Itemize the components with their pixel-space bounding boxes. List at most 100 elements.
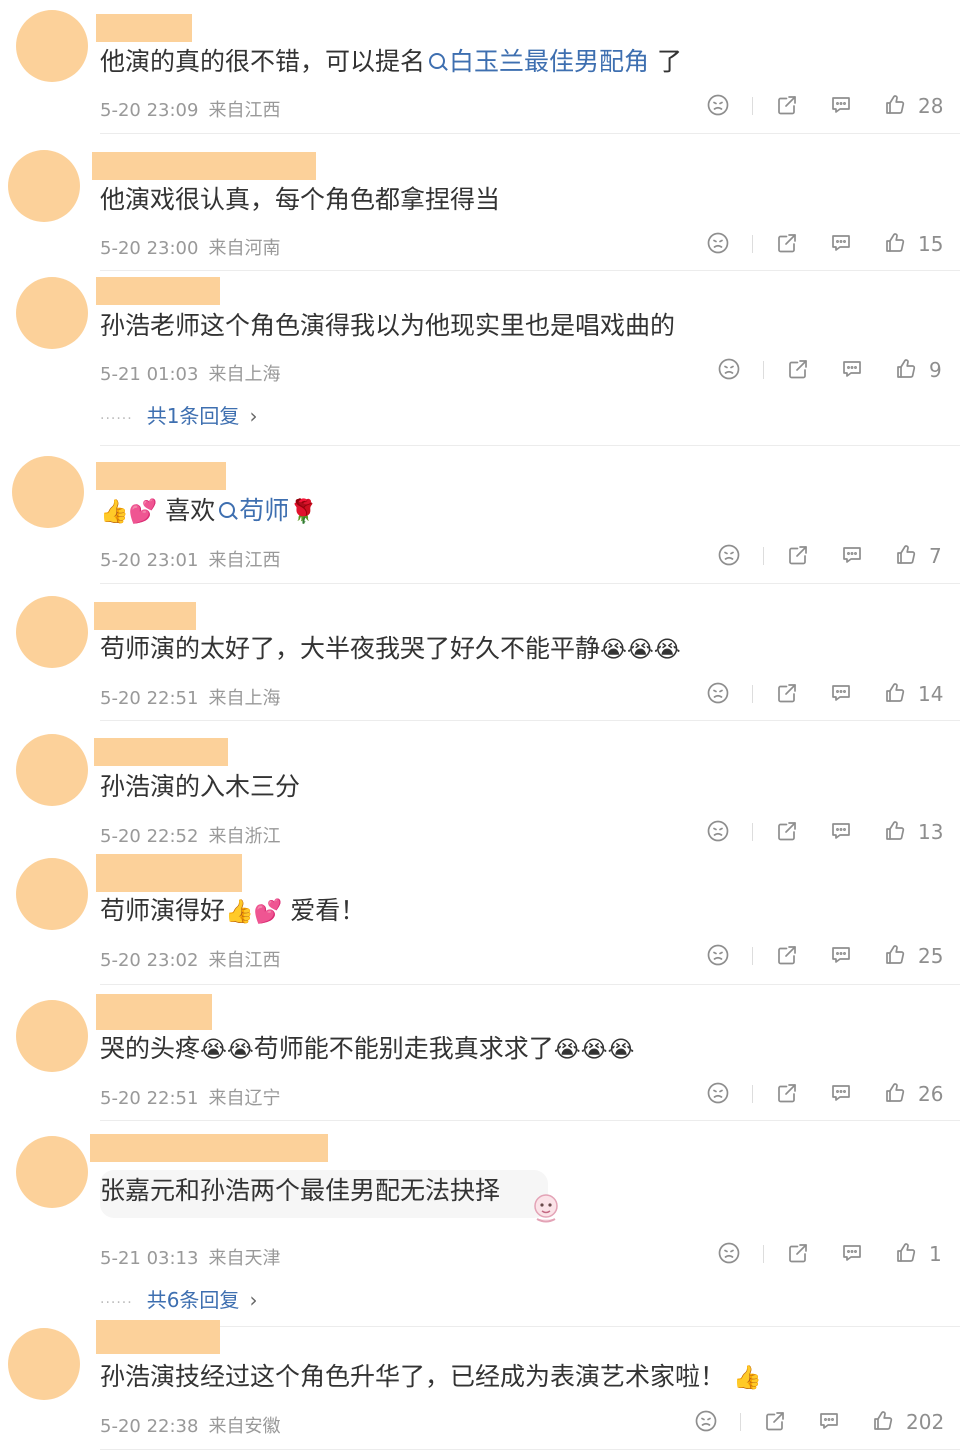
comment-icon[interactable] <box>829 231 855 257</box>
share-icon[interactable] <box>786 357 812 383</box>
like-count: 15 <box>918 232 944 256</box>
thumbs-up-icon[interactable] <box>871 1409 897 1435</box>
like-count: 26 <box>918 1082 944 1106</box>
dislike-face-icon[interactable] <box>706 819 732 845</box>
replies-link[interactable]: ······ 共1条回复 › <box>100 400 257 429</box>
divider <box>100 270 960 271</box>
thumbs-up-icon[interactable] <box>894 1241 920 1267</box>
dislike-face-icon[interactable] <box>717 1241 743 1267</box>
divider <box>100 984 960 985</box>
share-icon[interactable] <box>775 1081 801 1107</box>
username-redacted[interactable] <box>94 602 196 630</box>
comment-meta: 5-21 03:13 来自天津 <box>100 1244 280 1270</box>
comment-icon[interactable] <box>829 943 855 969</box>
separator <box>752 1085 753 1103</box>
username-redacted[interactable] <box>96 854 242 892</box>
dislike-face-icon[interactable] <box>706 943 732 969</box>
share-icon[interactable] <box>763 1409 789 1435</box>
username-redacted[interactable] <box>92 152 316 180</box>
separator <box>752 685 753 703</box>
username-redacted[interactable] <box>90 1134 328 1162</box>
avatar[interactable] <box>8 1328 80 1400</box>
avatar[interactable] <box>16 1000 88 1072</box>
username-redacted[interactable] <box>96 1320 220 1354</box>
comment-meta: 5-20 23:09 来自江西 <box>100 96 280 122</box>
divider <box>100 1326 960 1327</box>
share-icon[interactable] <box>775 231 801 257</box>
avatar[interactable] <box>16 596 88 668</box>
share-icon[interactable] <box>775 93 801 119</box>
comment-icon[interactable] <box>829 1081 855 1107</box>
avatar[interactable] <box>16 858 88 930</box>
dots: ······ <box>100 411 133 427</box>
emoji: 👍💕 <box>100 499 158 525</box>
action-bar: 7 <box>717 543 960 573</box>
comment-meta: 5-20 22:38 来自安徽 <box>100 1412 280 1438</box>
comment-meta: 5-20 23:01 来自江西 <box>100 546 280 572</box>
search-icon <box>219 502 236 518</box>
share-icon[interactable] <box>775 681 801 707</box>
like-count: 14 <box>918 682 944 706</box>
topic-link[interactable]: 苟师 <box>215 496 289 525</box>
thumbs-up-icon[interactable] <box>883 1081 909 1107</box>
dislike-face-icon[interactable] <box>706 93 732 119</box>
emoji: 👍💕 <box>225 899 283 925</box>
dislike-face-icon[interactable] <box>706 1081 732 1107</box>
comment-text: 他演戏很认真，每个角色都拿捏得当 <box>100 185 501 214</box>
thumbs-up-icon[interactable] <box>894 543 920 569</box>
emoji: 😭😭😭 <box>600 637 681 663</box>
share-icon[interactable] <box>786 543 812 569</box>
username-redacted[interactable] <box>96 277 220 305</box>
dislike-face-icon[interactable] <box>717 543 743 569</box>
username-redacted[interactable] <box>96 14 192 42</box>
dislike-face-icon[interactable] <box>717 357 743 383</box>
avatar[interactable] <box>12 456 84 528</box>
chevron-right-icon: › <box>249 1288 258 1312</box>
thumbs-up-icon[interactable] <box>883 819 909 845</box>
comment-meta: 5-20 23:02 来自江西 <box>100 946 280 972</box>
search-icon <box>429 53 446 69</box>
dislike-face-icon[interactable] <box>706 681 732 707</box>
comment-icon[interactable] <box>840 357 866 383</box>
username-redacted[interactable] <box>96 994 212 1030</box>
avatar[interactable] <box>8 150 80 222</box>
divider <box>100 720 960 721</box>
thumbs-up-icon[interactable] <box>883 681 909 707</box>
thumbs-up-icon[interactable] <box>894 357 920 383</box>
comment-text: 孙浩演的入木三分 <box>100 772 301 801</box>
comment-icon[interactable] <box>840 1241 866 1267</box>
comment-icon[interactable] <box>829 93 855 119</box>
comment-icon[interactable] <box>829 681 855 707</box>
separator <box>752 947 753 965</box>
comment-icon[interactable] <box>817 1409 843 1435</box>
share-icon[interactable] <box>775 819 801 845</box>
location: 来自浙江 <box>208 826 281 847</box>
comment-icon[interactable] <box>829 819 855 845</box>
comment-meta: 5-20 23:00 来自河南 <box>100 234 280 260</box>
avatar[interactable] <box>16 1136 88 1208</box>
share-icon[interactable] <box>775 943 801 969</box>
username-redacted[interactable] <box>94 738 228 766</box>
username-redacted[interactable] <box>96 462 226 490</box>
replies-link[interactable]: ······ 共6条回复 › <box>100 1284 257 1313</box>
dislike-face-icon[interactable] <box>706 231 732 257</box>
avatar[interactable] <box>16 10 88 82</box>
separator <box>752 235 753 253</box>
avatar[interactable] <box>16 277 88 349</box>
action-bar: 15 <box>706 231 960 261</box>
topic-link[interactable]: 白玉兰最佳男配角 <box>425 47 649 76</box>
comment-icon[interactable] <box>840 543 866 569</box>
share-icon[interactable] <box>786 1241 812 1267</box>
timestamp: 5-21 01:03 <box>100 364 199 385</box>
location: 来自河南 <box>208 238 281 259</box>
comment-text: 苟师演的太好了，大半夜我哭了好久不能平静😭😭😭 <box>100 634 681 663</box>
like-count: 1 <box>929 1242 942 1266</box>
thumbs-up-icon[interactable] <box>883 93 909 119</box>
location: 来自辽宁 <box>208 1088 281 1109</box>
thumbs-up-icon[interactable] <box>883 943 909 969</box>
avatar[interactable] <box>16 734 88 806</box>
dislike-face-icon[interactable] <box>694 1409 720 1435</box>
comment-meta: 5-20 22:51 来自辽宁 <box>100 1084 280 1110</box>
comment-meta: 5-21 01:03 来自上海 <box>100 360 280 386</box>
thumbs-up-icon[interactable] <box>883 231 909 257</box>
